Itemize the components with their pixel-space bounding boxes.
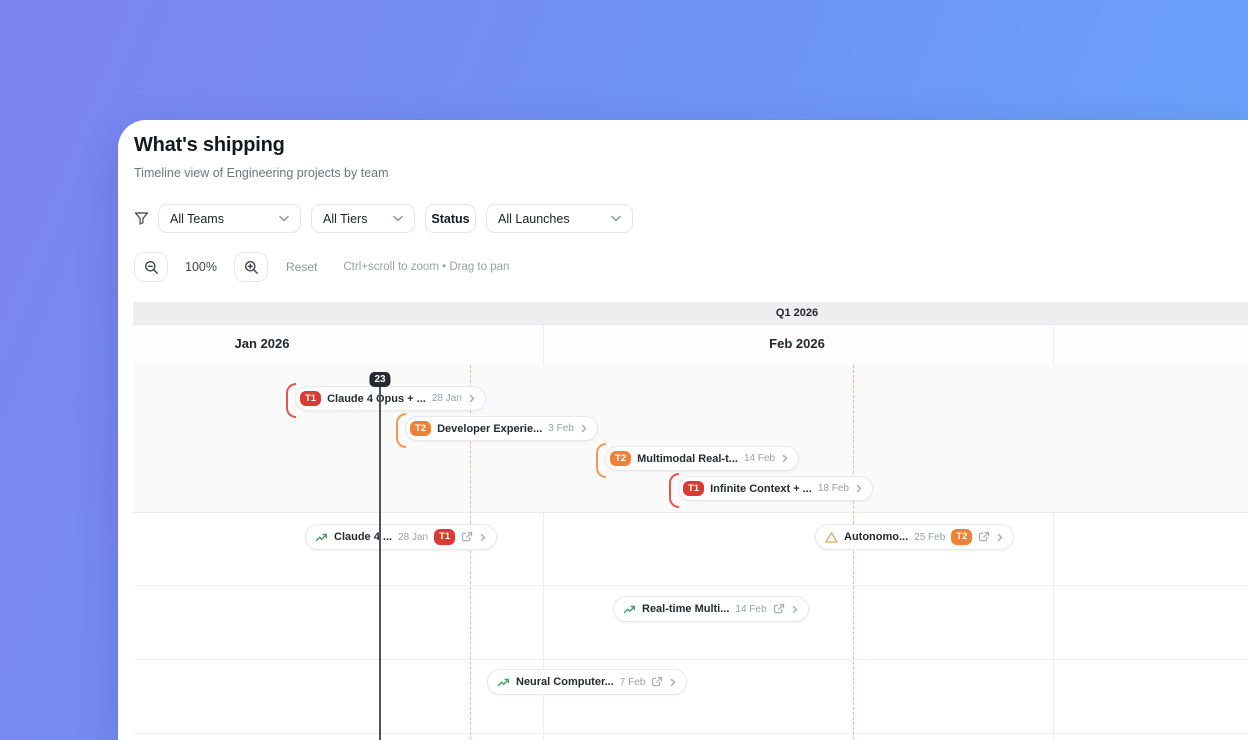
launch-pill[interactable]: Real-time Multi... 14 Feb xyxy=(613,596,809,622)
launch-date: 14 Feb xyxy=(735,603,767,615)
month-label-feb: Feb 2026 xyxy=(769,336,825,351)
page-background: What's shipping Timeline view of Enginee… xyxy=(0,0,1248,740)
today-line xyxy=(379,374,381,740)
bar-start-bracket xyxy=(669,473,679,508)
launch-pill[interactable]: Neural Computer... 7 Feb xyxy=(487,669,688,695)
external-link-icon xyxy=(462,531,473,542)
row-divider xyxy=(133,512,1248,513)
bar-start-bracket xyxy=(286,383,296,418)
tier-badge: T2 xyxy=(951,529,973,545)
month-header-row: Jan 2026 Feb 2026 xyxy=(133,325,1248,366)
project-pill[interactable]: T2 Multimodal Real-t... 14 Feb xyxy=(596,443,800,478)
tier-badge: T2 xyxy=(410,420,432,437)
project-name: Developer Experie... xyxy=(437,422,543,435)
row-divider xyxy=(133,585,1248,586)
deadline-dashed-line xyxy=(853,365,854,740)
teams-filter-value: All Teams xyxy=(170,211,224,226)
tier-badge: T1 xyxy=(683,480,705,497)
project-name: Claude 4 Opus + ... xyxy=(327,392,426,405)
warning-icon xyxy=(825,531,838,543)
external-link-icon xyxy=(773,603,784,614)
status-filter-label: Status xyxy=(431,211,470,226)
chevron-right-icon xyxy=(792,605,797,613)
trend-up-icon xyxy=(623,605,635,613)
magnifier-minus-icon xyxy=(144,260,158,274)
status-filter-button[interactable]: Status xyxy=(425,204,476,233)
launch-name: Autonomo... xyxy=(844,531,909,543)
project-date: 28 Jan xyxy=(431,393,462,404)
chevron-right-icon xyxy=(782,454,788,463)
chevron-right-icon xyxy=(480,533,486,541)
chevron-down-icon xyxy=(393,215,403,222)
launches-filter-select[interactable]: All Launches xyxy=(486,204,633,233)
reset-zoom-button[interactable]: Reset xyxy=(286,260,317,274)
project-pill[interactable]: T1 Infinite Context + ... 18 Feb xyxy=(669,473,873,508)
project-date: 14 Feb xyxy=(743,453,776,464)
row-divider xyxy=(133,659,1248,660)
trend-up-icon xyxy=(497,678,509,686)
bar-start-bracket xyxy=(396,413,406,448)
chevron-right-icon xyxy=(581,424,587,433)
page-title: What's shipping xyxy=(134,134,285,156)
shipping-card: What's shipping Timeline view of Enginee… xyxy=(118,120,1248,740)
zoom-in-button[interactable] xyxy=(234,252,268,282)
launches-filter-value: All Launches xyxy=(498,211,570,226)
timeline: Q1 2026 Jan 2026 Feb 2026 23 T1 Claude 4 … xyxy=(133,302,1248,740)
project-name: Infinite Context + ... xyxy=(710,482,812,495)
timeline-body[interactable] xyxy=(133,365,1248,740)
project-pill[interactable]: T1 Claude 4 Opus + ... 28 Jan xyxy=(286,383,486,418)
launch-date: 25 Feb xyxy=(914,531,946,543)
zoom-hint-text: Ctrl+scroll to zoom • Drag to pan xyxy=(343,261,510,273)
launch-pill[interactable]: Autonomo... 25 Feb T2 xyxy=(815,524,1015,550)
trend-up-icon xyxy=(315,533,327,541)
chevron-right-icon xyxy=(671,678,676,686)
chevron-right-icon xyxy=(998,533,1003,541)
external-link-icon xyxy=(652,676,663,687)
zoom-toolbar: 100% Reset Ctrl+scroll to zoom • Drag to… xyxy=(134,252,509,282)
page-subtitle: Timeline view of Engineering projects by… xyxy=(134,166,389,180)
launch-name: Neural Computer... xyxy=(516,676,614,688)
chevron-right-icon xyxy=(856,484,862,493)
tiers-filter-select[interactable]: All Tiers xyxy=(311,204,415,233)
row-divider xyxy=(133,733,1248,734)
project-pill[interactable]: T2 Developer Experie... 3 Feb xyxy=(396,413,598,448)
teams-filter-select[interactable]: All Teams xyxy=(158,204,301,233)
tier-badge: T2 xyxy=(610,450,632,467)
chevron-down-icon xyxy=(611,215,621,222)
tier-badge: T1 xyxy=(434,529,456,545)
month-label-jan: Jan 2026 xyxy=(234,336,290,351)
project-date: 18 Feb xyxy=(817,483,849,494)
project-date: 3 Feb xyxy=(548,423,574,434)
magnifier-plus-icon xyxy=(244,260,258,274)
launch-name: Claude 4 ... xyxy=(334,531,393,543)
zoom-level: 100% xyxy=(185,260,217,274)
project-name: Multimodal Real-t... xyxy=(637,452,738,465)
chevron-down-icon xyxy=(279,215,289,222)
tiers-filter-value: All Tiers xyxy=(323,211,368,226)
launch-date: 28 Jan xyxy=(398,531,429,543)
launch-date: 7 Feb xyxy=(619,676,646,688)
quarter-header: Q1 2026 xyxy=(133,302,1248,325)
filter-bar: All Teams All Tiers Status All Launches xyxy=(134,204,643,233)
filter-icon xyxy=(134,211,149,226)
quarter-label: Q1 2026 xyxy=(775,307,819,319)
launch-name: Real-time Multi... xyxy=(642,603,730,615)
external-link-icon xyxy=(979,531,990,542)
launch-pill[interactable]: Claude 4 ... 28 Jan T1 xyxy=(305,524,498,550)
chevron-right-icon xyxy=(469,394,475,403)
today-marker: 23 xyxy=(369,372,391,387)
zoom-out-button[interactable] xyxy=(134,252,168,282)
tier-badge: T1 xyxy=(300,390,322,407)
bar-start-bracket xyxy=(596,443,606,478)
